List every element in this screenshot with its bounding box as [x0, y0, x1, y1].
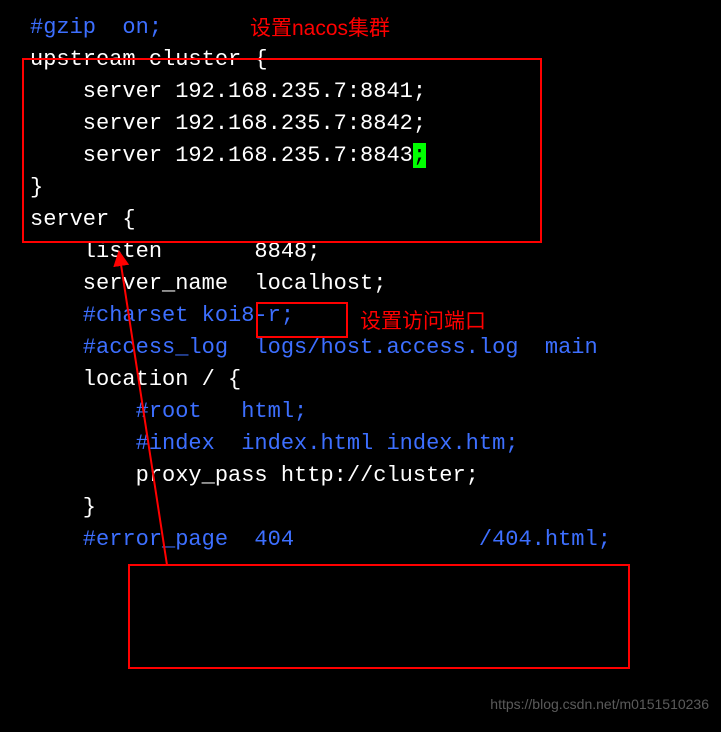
access-log-comment: #access_log logs/host.access.log main: [30, 335, 598, 360]
proxy-pass-line: proxy_pass http://cluster;: [30, 460, 721, 492]
upstream-open: upstream cluster {: [30, 44, 721, 76]
listen-line: listen 8848;: [30, 236, 721, 268]
server-2: server 192.168.235.7:8842;: [30, 108, 721, 140]
upstream-close: }: [30, 172, 721, 204]
server-1: server 192.168.235.7:8841;: [30, 76, 721, 108]
gzip-comment: #gzip on;: [30, 15, 162, 40]
location-open: location / {: [30, 364, 721, 396]
watermark-text: https://blog.csdn.net/m0151510236: [490, 696, 709, 712]
location-close: }: [30, 492, 721, 524]
highlight-box-location: [128, 564, 630, 669]
annotation-access-port: 设置访问端口: [360, 305, 486, 335]
index-comment: #index index.html index.htm;: [30, 431, 518, 456]
root-comment: #root html;: [30, 399, 307, 424]
server-open: server {: [30, 204, 721, 236]
cursor-highlight: ;: [413, 143, 426, 168]
charset-comment: #charset koi8-r;: [30, 303, 294, 328]
server-3: server 192.168.235.7:8843;: [30, 140, 721, 172]
server-name-line: server_name localhost;: [30, 268, 721, 300]
error-page-comment: #error_page 404 /404.html;: [30, 527, 611, 552]
annotation-nacos-cluster: 设置nacos集群: [250, 12, 390, 42]
